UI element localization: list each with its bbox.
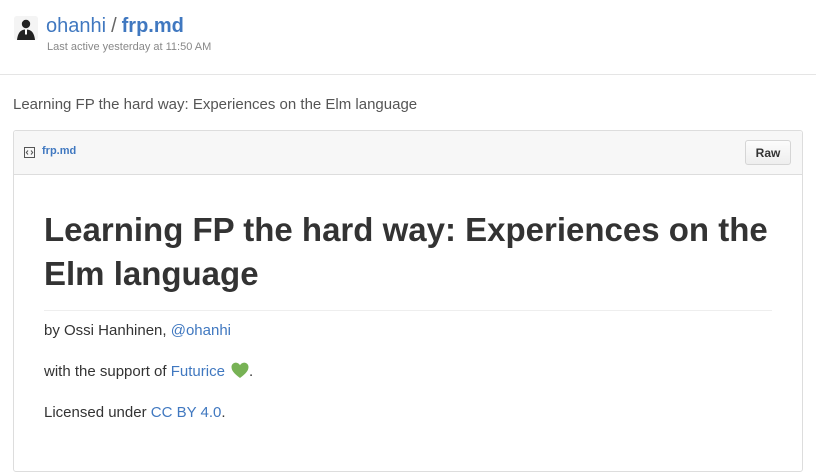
last-active-text: Last active yesterday at 11:50 AM bbox=[47, 41, 212, 53]
license-suffix: . bbox=[221, 404, 226, 421]
futurice-link[interactable]: Futurice bbox=[171, 363, 225, 380]
gist-header: ohanhi / frp.md Last active yesterday at 1… bbox=[0, 0, 816, 75]
avatar[interactable] bbox=[14, 16, 38, 40]
support-suffix: . bbox=[248, 363, 254, 380]
readme-heading: Learning FP the hard way: Experiences on… bbox=[44, 175, 772, 311]
byline-paragraph: by Ossi Hanhinen, @ohanhi bbox=[44, 321, 231, 341]
file-name-link[interactable]: frp.md bbox=[42, 145, 76, 157]
green-heart-icon bbox=[231, 362, 249, 378]
support-paragraph: with the support of Futurice. bbox=[44, 362, 253, 382]
byline-text: by Ossi Hanhinen, bbox=[44, 322, 171, 339]
license-text: Licensed under bbox=[44, 404, 151, 421]
license-link[interactable]: CC BY 4.0 bbox=[151, 404, 222, 421]
support-text: with the support of bbox=[44, 363, 171, 380]
owner-link[interactable]: ohanhi bbox=[46, 15, 106, 37]
file-header: frp.md Raw bbox=[14, 131, 802, 175]
title-separator: / bbox=[111, 15, 117, 37]
file-code-icon bbox=[24, 147, 35, 158]
author-link[interactable]: @ohanhi bbox=[171, 322, 231, 339]
license-paragraph: Licensed under CC BY 4.0. bbox=[44, 403, 226, 423]
markdown-body: Learning FP the hard way: Experiences on… bbox=[44, 175, 772, 421]
gist-description: Learning FP the hard way: Experiences on… bbox=[13, 96, 418, 113]
gist-title: ohanhi / frp.md bbox=[46, 14, 184, 38]
raw-button[interactable]: Raw bbox=[745, 140, 791, 165]
gist-filename-link[interactable]: frp.md bbox=[122, 15, 184, 37]
user-avatar-icon bbox=[14, 16, 38, 40]
file-box: frp.md Raw Learning FP the hard way: Exp… bbox=[13, 130, 803, 472]
